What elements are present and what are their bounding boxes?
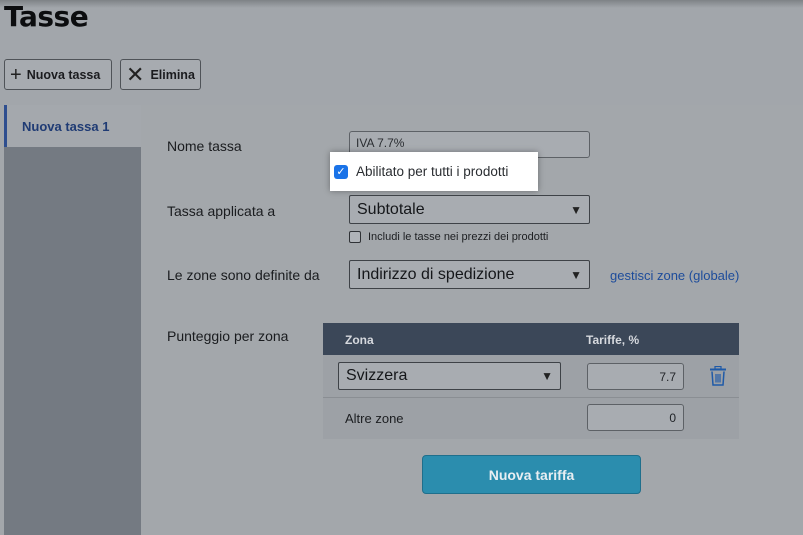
rate-column-header: Tariffe, % [586,333,640,347]
trash-icon[interactable] [709,366,727,386]
zones-defined-by-value: Indirizzo di spedizione [357,265,515,283]
other-zones-label: Altre zone [345,411,404,426]
include-in-prices-checkbox[interactable] [349,231,361,243]
zone-column-header: Zona [345,333,374,347]
enabled-all-products-label: Abilitato per tutti i prodotti [356,164,509,179]
chevron-down-icon: ▼ [541,369,553,383]
rate-input[interactable]: 7.7 [587,363,684,390]
rate-per-zone-label: Punteggio per zona [167,328,289,344]
zone-select[interactable]: Svizzera ▼ [338,362,561,390]
new-tax-label: Nuova tassa [26,67,101,82]
row-divider [323,397,739,398]
zones-defined-by-label: Le zone sono definite da [167,267,320,283]
plus-icon: + [10,63,22,86]
new-rate-button[interactable]: Nuova tariffa [422,455,641,494]
include-in-prices-label: Includi le tasse nei prezzi dei prodotti [368,231,549,243]
rates-table-header: Zona Tariffe, % [323,323,739,355]
applied-to-label: Tassa applicata a [167,203,276,219]
close-icon: ✕ [126,61,145,87]
manage-zones-link[interactable]: gestisci zone (globale) [610,268,739,283]
sidebar [4,105,141,535]
sidebar-item-nuova-tassa-1[interactable]: Nuova tassa 1 [4,105,141,147]
zones-defined-by-select[interactable]: Indirizzo di spedizione ▼ [349,260,590,289]
delete-button[interactable]: ✕ Elimina [120,59,201,90]
new-tax-button[interactable]: + Nuova tassa [4,59,112,90]
tax-name-label: Nome tassa [167,138,242,154]
top-shadow [0,0,803,8]
applied-to-value: Subtotale [357,200,425,218]
chevron-down-icon: ▼ [570,267,582,282]
delete-label: Elimina [150,67,195,82]
page-title: Tasse [4,0,89,33]
include-in-prices-option[interactable]: Includi le tasse nei prezzi dei prodotti [349,231,548,243]
enabled-all-products-option[interactable]: ✓ Abilitato per tutti i prodotti [330,152,538,191]
sidebar-item-label: Nuova tassa 1 [22,119,110,134]
other-zones-rate-input[interactable]: 0 [587,404,684,431]
zone-select-value: Svizzera [346,367,408,384]
applied-to-select[interactable]: Subtotale ▼ [349,195,590,224]
enabled-checkbox[interactable]: ✓ [334,164,348,179]
chevron-down-icon: ▼ [570,202,582,217]
